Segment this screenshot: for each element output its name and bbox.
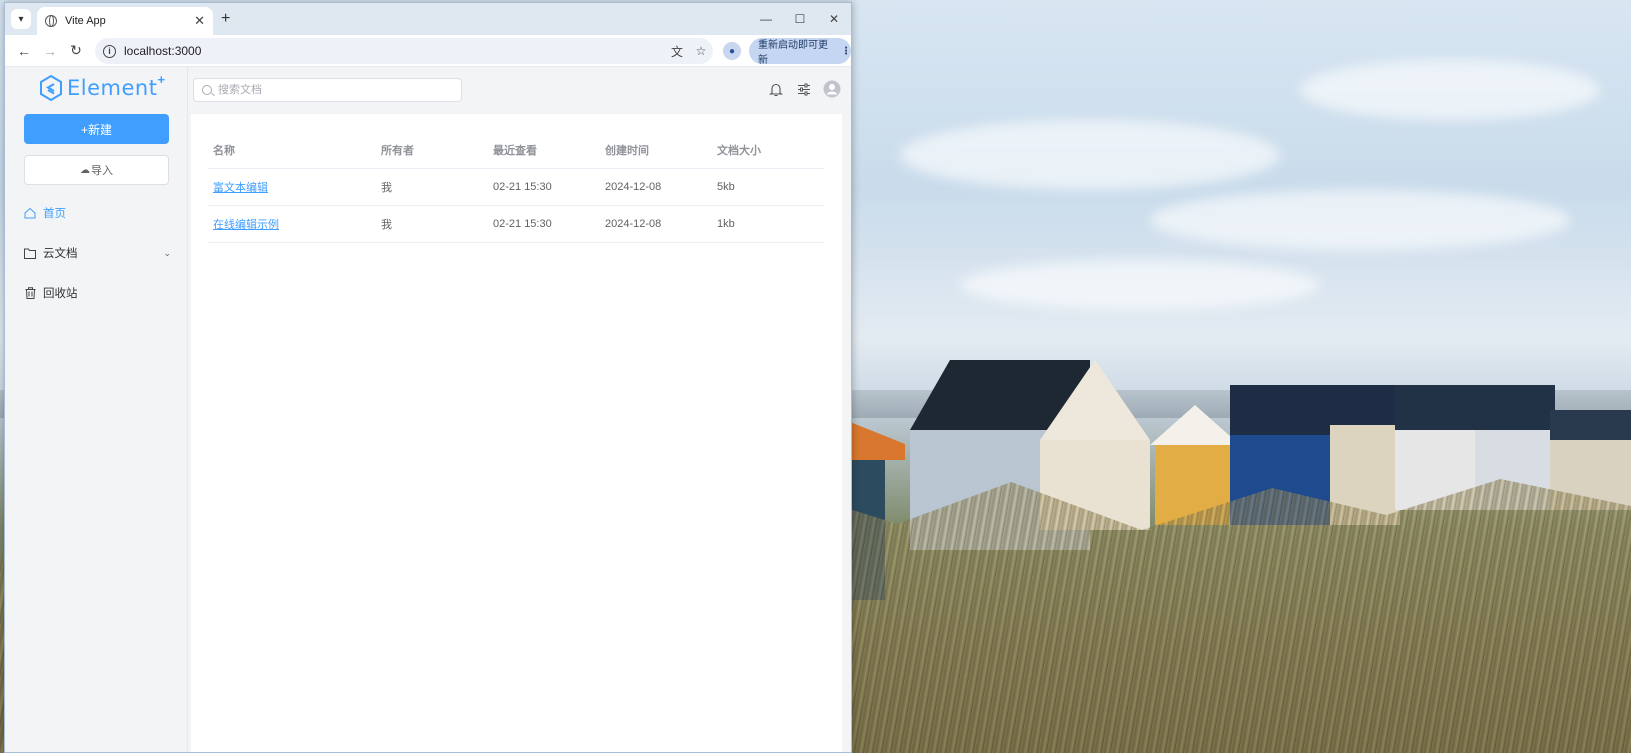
- cloud-upload-icon: ☁: [80, 164, 90, 176]
- translate-icon[interactable]: 文: [665, 43, 689, 60]
- column-header-size[interactable]: 文档大小: [712, 142, 824, 158]
- size-cell: 5kb: [717, 181, 735, 193]
- menu-item-label: 首页: [43, 208, 66, 220]
- bookmark-star-icon[interactable]: ☆: [689, 44, 713, 58]
- import-button[interactable]: ☁ 导入: [24, 155, 169, 185]
- menu-item-label: 云文档: [43, 248, 78, 260]
- trash-icon: [23, 287, 37, 299]
- last-viewed-cell: 02-21 15:30: [493, 218, 552, 230]
- document-link[interactable]: 在线编辑示例: [213, 219, 279, 231]
- browser-window: ▾ Vite App ✕ + — ☐ ✕ ← → ↻ i localhost:3…: [4, 2, 852, 753]
- owner-cell: 我: [381, 219, 392, 231]
- browser-toolbar: ← → ↻ i localhost:3000 文 ☆ ● 重新启动即可更新 ⋮: [5, 35, 851, 67]
- tab-strip: ▾ Vite App ✕ + — ☐ ✕: [5, 3, 851, 35]
- logo: Element +: [39, 71, 166, 103]
- sidebar: Element + +新建 ☁ 导入 首页 云文档 ⌄ 回收站: [5, 67, 188, 752]
- size-cell: 1kb: [717, 218, 735, 230]
- more-menu-icon: ⋮: [841, 45, 851, 57]
- folder-icon: [23, 248, 37, 259]
- tab-search-button[interactable]: ▾: [11, 9, 31, 29]
- created-cell: 2024-12-08: [605, 181, 662, 193]
- home-icon: [23, 207, 37, 219]
- reload-button[interactable]: ↻: [63, 38, 89, 64]
- address-bar[interactable]: i localhost:3000 文 ☆: [95, 38, 713, 64]
- tab-title: Vite App: [65, 15, 106, 27]
- globe-icon: [45, 15, 57, 27]
- app-root: Element + +新建 ☁ 导入 首页 云文档 ⌄ 回收站 搜索文档 名称 …: [5, 67, 851, 752]
- created-cell: 2024-12-08: [605, 218, 662, 230]
- search-input[interactable]: [218, 84, 438, 96]
- column-header-name[interactable]: 名称: [208, 142, 376, 158]
- update-button[interactable]: 重新启动即可更新 ⋮: [749, 38, 851, 66]
- owner-cell: 我: [381, 182, 392, 194]
- url-text: localhost:3000: [124, 44, 202, 58]
- last-viewed-cell: 02-21 15:30: [493, 181, 552, 193]
- profile-icon[interactable]: ●: [723, 42, 741, 60]
- new-button-label: +新建: [80, 122, 112, 137]
- column-header-owner[interactable]: 所有者: [376, 142, 488, 158]
- maximize-icon[interactable]: ☐: [783, 3, 817, 35]
- table-row[interactable]: 在线编辑示例 我 02-21 15:30 2024-12-08 1kb: [208, 206, 824, 243]
- menu-item-home[interactable]: 首页: [23, 201, 171, 225]
- chevron-down-icon[interactable]: ⌄: [163, 248, 171, 259]
- import-button-label: 导入: [91, 165, 113, 177]
- new-tab-button[interactable]: +: [221, 10, 230, 28]
- menu-item-trash[interactable]: 回收站: [23, 281, 171, 305]
- menu-item-cloud-docs[interactable]: 云文档 ⌄: [23, 241, 171, 265]
- back-button[interactable]: ←: [11, 38, 37, 64]
- menu-item-label: 回收站: [43, 288, 78, 300]
- browser-tab[interactable]: Vite App ✕: [37, 7, 213, 35]
- column-header-last-viewed[interactable]: 最近查看: [488, 142, 600, 158]
- document-link[interactable]: 富文本编辑: [213, 182, 268, 194]
- document-table: 名称 所有者 最近查看 创建时间 文档大小 富文本编辑 我 02-21 15:3…: [208, 132, 824, 243]
- table-header-row: 名称 所有者 最近查看 创建时间 文档大小: [208, 132, 824, 169]
- search-icon: [202, 85, 212, 95]
- settings-sliders-icon[interactable]: [795, 80, 813, 98]
- update-label: 重新启动即可更新: [758, 40, 828, 66]
- new-document-button[interactable]: +新建: [24, 114, 169, 144]
- minimize-icon[interactable]: —: [749, 3, 783, 35]
- close-window-icon[interactable]: ✕: [817, 3, 851, 35]
- close-tab-icon[interactable]: ✕: [194, 13, 205, 29]
- avatar[interactable]: [823, 80, 841, 98]
- element-logo-icon: [40, 75, 62, 101]
- column-header-created[interactable]: 创建时间: [600, 142, 712, 158]
- document-list-panel: 名称 所有者 最近查看 创建时间 文档大小 富文本编辑 我 02-21 15:3…: [191, 114, 842, 752]
- app-header: [188, 67, 851, 111]
- forward-button[interactable]: →: [37, 38, 63, 64]
- logo-text: Element: [67, 76, 158, 100]
- bell-icon[interactable]: [767, 80, 785, 98]
- chevron-down-icon: ▾: [18, 13, 24, 25]
- table-row[interactable]: 富文本编辑 我 02-21 15:30 2024-12-08 5kb: [208, 169, 824, 206]
- search-box[interactable]: [193, 78, 462, 102]
- logo-plus: +: [157, 71, 166, 87]
- site-info-icon[interactable]: i: [103, 44, 116, 58]
